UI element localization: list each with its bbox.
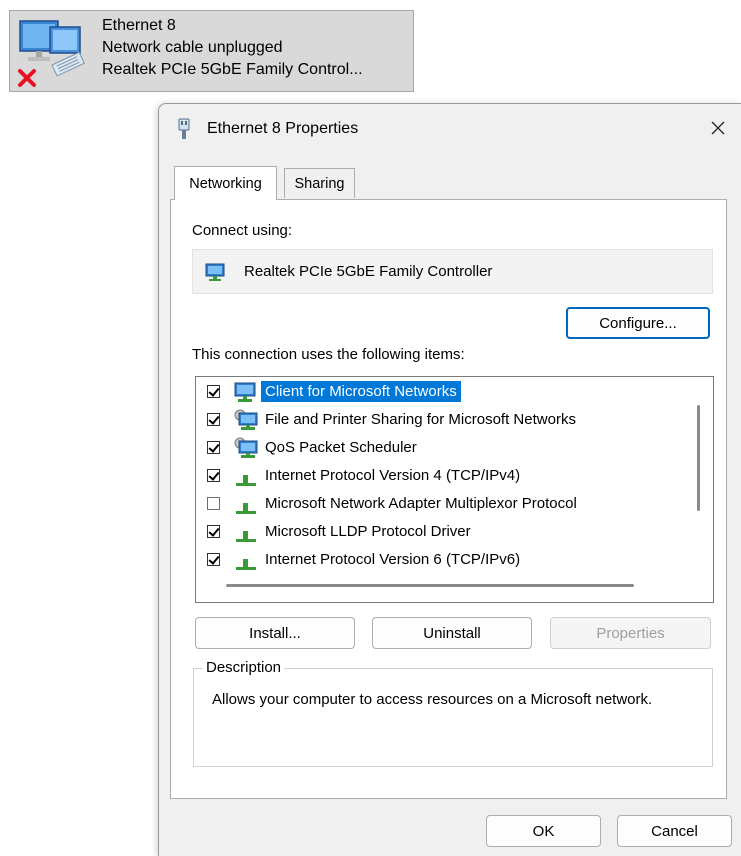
network-client-icon (234, 382, 256, 402)
network-service-icon (234, 409, 258, 430)
item-checkbox[interactable] (207, 469, 220, 482)
item-checkbox[interactable] (207, 413, 220, 426)
properties-button: Properties (550, 617, 711, 649)
dialog-title: Ethernet 8 Properties (207, 120, 359, 137)
list-item[interactable]: Client for Microsoft Networks (196, 380, 686, 406)
connect-using-label: Connect using: (192, 222, 293, 239)
configure-button[interactable]: Configure... (566, 307, 710, 339)
list-item[interactable]: Microsoft Network Adapter Multiplexor Pr… (196, 492, 686, 518)
ethernet-plug-icon (178, 118, 190, 139)
items-label: This connection uses the following items… (192, 346, 465, 363)
tab-sharing[interactable]: Sharing (284, 168, 355, 198)
list-item[interactable]: Internet Protocol Version 4 (TCP/IPv4) (196, 464, 686, 490)
item-label: File and Printer Sharing for Microsoft N… (265, 411, 576, 428)
item-checkbox[interactable] (207, 497, 220, 510)
list-item[interactable]: QoS Packet Scheduler (196, 436, 686, 462)
uninstall-button[interactable]: Uninstall (372, 617, 532, 649)
vertical-scrollbar[interactable] (685, 377, 713, 602)
horizontal-scroll-thumb[interactable] (226, 584, 634, 587)
adapter-device-box: Realtek PCIe 5GbE Family Controller (192, 249, 713, 294)
item-checkbox[interactable] (207, 385, 220, 398)
list-item[interactable]: Microsoft LLDP Protocol Driver (196, 520, 686, 546)
adapter-tile-text: Ethernet 8 Network cable unplugged Realt… (102, 15, 363, 81)
adapter-tile[interactable]: Ethernet 8 Network cable unplugged Realt… (9, 10, 414, 92)
ok-button[interactable]: OK (486, 815, 601, 847)
item-label: Microsoft Network Adapter Multiplexor Pr… (265, 495, 577, 512)
adapter-tile-device: Realtek PCIe 5GbE Family Control... (102, 61, 363, 78)
install-button[interactable]: Install... (195, 617, 355, 649)
item-label: Internet Protocol Version 4 (TCP/IPv4) (265, 467, 521, 484)
close-button[interactable] (695, 108, 741, 148)
adapter-device-name: Realtek PCIe 5GbE Family Controller (244, 263, 493, 280)
network-protocol-icon (236, 531, 256, 542)
connection-items-list[interactable]: Client for Microsoft Networks File and P… (195, 376, 714, 603)
item-checkbox[interactable] (207, 553, 220, 566)
network-protocol-icon (236, 503, 256, 514)
item-label: Microsoft LLDP Protocol Driver (265, 523, 471, 540)
network-protocol-icon (236, 559, 256, 570)
tab-networking[interactable]: Networking (174, 166, 277, 200)
list-item[interactable]: Internet Protocol Version 6 (TCP/IPv6) (196, 548, 686, 574)
network-adapter-icon (205, 263, 225, 281)
description-text: Allows your computer to access resources… (212, 691, 653, 708)
item-checkbox[interactable] (207, 441, 220, 454)
item-label: QoS Packet Scheduler (265, 439, 417, 456)
close-icon (711, 121, 725, 135)
item-checkbox[interactable] (207, 525, 220, 538)
dialog-titlebar[interactable]: Ethernet 8 Properties (159, 104, 741, 154)
item-label: Client for Microsoft Networks (261, 381, 461, 402)
vertical-scroll-thumb[interactable] (697, 405, 700, 511)
description-title: Description (203, 659, 285, 676)
network-service-icon (234, 437, 258, 458)
network-protocol-icon (236, 475, 256, 486)
adapter-tile-name: Ethernet 8 (102, 17, 176, 34)
list-item[interactable]: File and Printer Sharing for Microsoft N… (196, 408, 686, 434)
item-label: Internet Protocol Version 6 (TCP/IPv6) (265, 551, 521, 568)
adapter-tile-status: Network cable unplugged (102, 39, 283, 56)
description-group (193, 668, 713, 767)
network-adapter-disconnected-icon (18, 20, 85, 87)
cancel-button[interactable]: Cancel (617, 815, 732, 847)
